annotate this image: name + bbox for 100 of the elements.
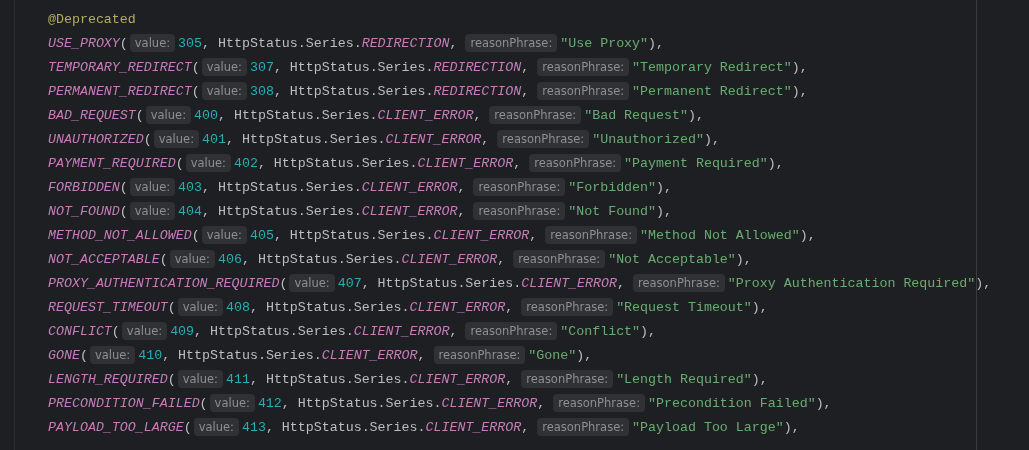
series-constant: CLIENT_ERROR: [377, 107, 474, 123]
parameter-hint: reasonPhrase:: [497, 130, 590, 148]
series-constant: CLIENT_ERROR: [409, 371, 506, 387]
parameter-hint: value:: [177, 370, 223, 388]
code-text: (: [111, 323, 120, 339]
parameter-hint: reasonPhrase:: [473, 202, 566, 220]
code-text: (: [143, 131, 152, 147]
code-text: , HttpStatus.Series.: [202, 35, 362, 51]
code-text: , HttpStatus.Series.: [162, 347, 322, 363]
code-text: , HttpStatus.Series.: [273, 59, 434, 75]
enum-constant-name: NOT_FOUND: [48, 203, 120, 219]
code-text: ),: [791, 59, 808, 75]
number-literal: 403: [178, 179, 203, 195]
code-text: (: [167, 371, 176, 387]
code-text: ),: [815, 395, 832, 411]
enum-constant-name: PERMANENT_REDIRECT: [48, 83, 192, 99]
parameter-hint: reasonPhrase:: [473, 178, 566, 196]
code-text: ),: [648, 35, 665, 51]
parameter-hint: value:: [89, 346, 136, 364]
code-text: , HttpStatus.Series.: [257, 155, 418, 171]
series-constant: CLIENT_ERROR: [321, 347, 418, 363]
parameter-hint: reasonPhrase:: [465, 34, 558, 52]
string-literal: "Use Proxy": [560, 35, 649, 51]
number-literal: 404: [178, 203, 203, 219]
series-constant: CLIENT_ERROR: [401, 251, 498, 267]
code-text: ,: [521, 419, 530, 435]
string-literal: "Permanent Redirect": [632, 83, 792, 99]
code-text: ,: [521, 59, 530, 75]
enum-constant-name: LENGTH_REQUIRED: [48, 371, 168, 387]
parameter-hint: reasonPhrase:: [465, 322, 558, 340]
code-text: ,: [497, 251, 506, 267]
code-text: ,: [449, 35, 458, 51]
parameter-hint: reasonPhrase:: [521, 370, 614, 388]
parameter-hint: reasonPhrase:: [537, 82, 630, 100]
number-literal: 402: [233, 155, 258, 171]
code-text: (: [159, 251, 168, 267]
number-literal: 305: [178, 35, 203, 51]
code-text: ,: [505, 371, 514, 387]
parameter-hint: value:: [129, 202, 176, 220]
code-text: ),: [640, 323, 657, 339]
string-literal: "Temporary Redirect": [632, 59, 792, 75]
parameter-hint: value:: [129, 34, 176, 52]
code-text: ,: [417, 347, 426, 363]
parameter-hint: reasonPhrase:: [521, 298, 614, 316]
enum-constant-name: BAD_REQUEST: [48, 107, 136, 123]
code-text: (: [167, 299, 176, 315]
parameter-hint: value:: [185, 154, 231, 172]
code-text: , HttpStatus.Series.: [241, 251, 402, 267]
code-text: ,: [481, 131, 490, 147]
number-literal: 408: [226, 299, 250, 315]
code-text: (: [183, 419, 192, 435]
parameter-hint: reasonPhrase:: [529, 154, 622, 172]
code-text: , HttpStatus.Series.: [194, 323, 354, 339]
parameter-hint: value:: [129, 178, 176, 196]
code-text: , HttpStatus.Series.: [273, 83, 434, 99]
string-literal: "Length Required": [616, 371, 752, 387]
number-literal: 413: [241, 419, 266, 435]
string-literal: "Method Not Allowed": [640, 227, 800, 243]
parameter-hint: value:: [169, 250, 215, 268]
number-literal: 407: [337, 275, 362, 291]
parameter-hint: value:: [193, 418, 239, 436]
parameter-hint: value:: [201, 58, 247, 76]
code-text: ,: [521, 83, 530, 99]
code-text: ),: [687, 107, 704, 123]
parameter-hint: reasonPhrase:: [537, 418, 630, 436]
string-literal: "Not Found": [568, 203, 657, 219]
enum-constant-name: NOT_ACCEPTABLE: [48, 251, 160, 267]
parameter-hint: value:: [289, 274, 335, 292]
parameter-hint: reasonPhrase:: [513, 250, 606, 268]
code-text: (: [175, 155, 184, 171]
enum-constant-name: PAYMENT_REQUIRED: [48, 155, 176, 171]
parameter-hint: reasonPhrase:: [553, 394, 646, 412]
string-literal: "Gone": [528, 347, 577, 363]
parameter-hint: reasonPhrase:: [537, 58, 630, 76]
enum-constant-name: FORBIDDEN: [48, 179, 120, 195]
parameter-hint: value:: [201, 226, 247, 244]
code-text: (: [119, 35, 128, 51]
string-literal: "Bad Request": [584, 107, 688, 123]
parameter-hint: value:: [145, 106, 192, 124]
code-text: , HttpStatus.Series.: [202, 179, 362, 195]
code-text: ),: [791, 83, 808, 99]
code-text: (: [79, 347, 88, 363]
series-constant: CLIENT_ERROR: [353, 323, 450, 339]
string-literal: "Not Acceptable": [608, 251, 736, 267]
string-literal: "Precondition Failed": [648, 395, 816, 411]
string-literal: "Conflict": [560, 323, 641, 339]
code-text: (: [119, 203, 128, 219]
parameter-hint: value:: [153, 130, 200, 148]
parameter-hint: reasonPhrase:: [633, 274, 725, 292]
code-text: (: [191, 59, 200, 75]
series-constant: REDIRECTION: [433, 59, 522, 75]
code-text: , HttpStatus.Series.: [218, 107, 378, 123]
string-literal: "Unauthorized": [592, 131, 704, 147]
string-literal: "Request Timeout": [616, 299, 752, 315]
series-constant: CLIENT_ERROR: [385, 131, 482, 147]
code-text: ,: [513, 155, 522, 171]
code-text: ),: [656, 179, 672, 195]
number-literal: 410: [138, 347, 163, 363]
parameter-hint: reasonPhrase:: [433, 346, 526, 364]
enum-constant-name: USE_PROXY: [48, 35, 120, 51]
